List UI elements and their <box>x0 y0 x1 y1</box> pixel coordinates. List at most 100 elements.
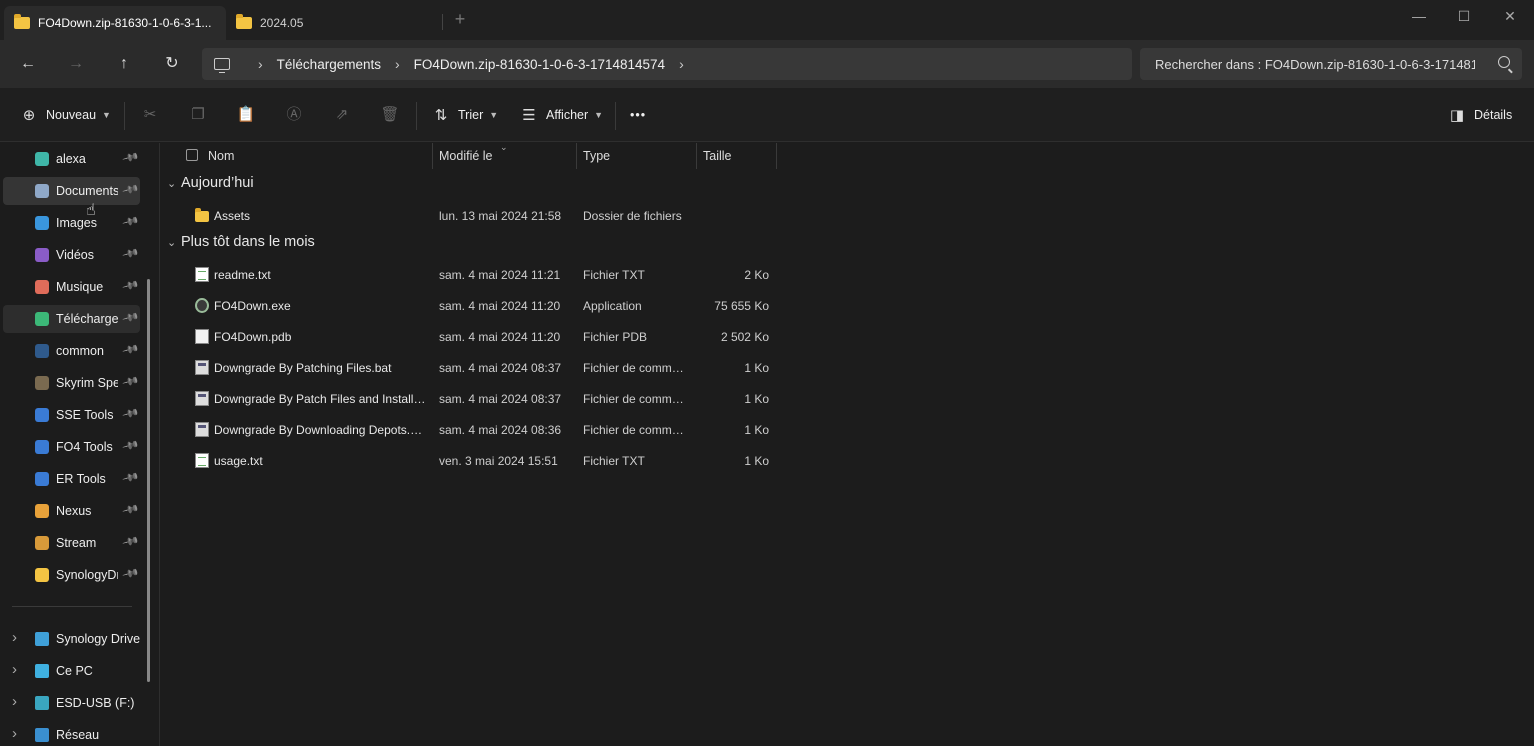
chevron-right-icon[interactable]: › <box>12 661 17 678</box>
breadcrumb-telechargements[interactable]: Téléchargements <box>277 57 381 72</box>
sidebar-tree-pc[interactable]: › Ce PC <box>0 657 145 685</box>
column-divider[interactable] <box>432 143 433 169</box>
minimize-button[interactable]: — <box>1396 4 1442 28</box>
address-bar[interactable]: › Téléchargements › FO4Down.zip-81630-1-… <box>202 48 1132 80</box>
sidebar-item-tools[interactable]: ER Tools 📌 <box>3 465 140 493</box>
pin-icon[interactable]: 📌 <box>122 180 140 198</box>
file-row[interactable]: Assets lun. 13 mai 2024 21:58 Dossier de f… <box>161 200 777 231</box>
file-modified: sam. 4 mai 2024 11:21 <box>439 268 561 282</box>
column-size[interactable]: Taille <box>703 149 732 163</box>
search-input[interactable]: Rechercher dans : FO4Down.zip-81630-1-0-… <box>1140 48 1522 80</box>
sidebar-item-stream[interactable]: Stream 📌 <box>3 529 140 557</box>
column-type[interactable]: Type <box>583 149 610 163</box>
more-options-button[interactable]: ••• <box>630 104 646 126</box>
pin-icon[interactable]: 📌 <box>122 404 140 422</box>
computer-icon[interactable] <box>214 58 230 73</box>
chevron-right-icon[interactable]: › <box>395 56 400 72</box>
sidebar-item-label: FO4 Tools <box>56 440 113 454</box>
paste-icon[interactable]: 📋 <box>235 104 257 126</box>
tab-2024-05[interactable]: 2024.05 <box>226 6 442 40</box>
new-tab-button[interactable]: + <box>450 8 470 30</box>
pin-icon[interactable]: 📌 <box>122 340 140 358</box>
pin-icon[interactable]: 📌 <box>122 436 140 454</box>
new-label: Nouveau <box>46 108 97 122</box>
file-row[interactable]: Downgrade By Downloading Depots.bat sam. … <box>161 414 777 445</box>
chevron-down-icon[interactable]: ⌄ <box>167 236 181 249</box>
tab-fo4down[interactable]: FO4Down.zip-81630-1-0-6-3-1... <box>4 6 226 40</box>
sidebar-item-steam[interactable]: common 📌 <box>3 337 140 365</box>
group-header[interactable]: ⌄ Aujourd’hui <box>167 175 254 199</box>
breadcrumb-current-folder[interactable]: FO4Down.zip-81630-1-0-6-3-1714814574 <box>414 57 665 72</box>
sidebar-item-videos[interactable]: Vidéos 📌 <box>3 241 140 269</box>
view-button[interactable]: ☰ Afficher ▼ <box>520 104 603 126</box>
file-list[interactable]: Nom ⌄ Modifié le Type Taille ⌄ Aujourd’hu… <box>161 142 1534 746</box>
sidebar-tree-network[interactable]: › Réseau <box>0 721 145 746</box>
chevron-right-icon[interactable]: › <box>258 56 263 72</box>
pin-icon[interactable]: 📌 <box>122 244 140 262</box>
pin-icon[interactable]: 📌 <box>122 564 140 582</box>
sidebar-tree-label: Réseau <box>56 728 100 742</box>
pin-icon[interactable]: 📌 <box>122 308 140 326</box>
pin-icon[interactable]: 📌 <box>122 212 140 230</box>
column-divider[interactable] <box>576 143 577 169</box>
sidebar-item-skyrim[interactable]: Skyrim Special Edition 📌 <box>3 369 140 397</box>
sidebar-tree-usb-drive[interactable]: › ESD-USB (F:) <box>0 689 145 717</box>
sidebar-item-tools[interactable]: SSE Tools 📌 <box>3 401 140 429</box>
sidebar-item-documents[interactable]: Documents 📌 <box>3 177 140 205</box>
sidebar-item-images[interactable]: Images 📌 <box>3 209 140 237</box>
column-modified[interactable]: Modifié le <box>439 149 493 163</box>
chevron-right-icon[interactable]: › <box>679 56 684 72</box>
plus-circle-icon: ⊕ <box>22 107 36 124</box>
chevron-right-icon[interactable]: › <box>12 629 17 646</box>
sidebar-item-user[interactable]: alexa 📌 <box>3 145 140 173</box>
sort-button[interactable]: ⇅ Trier ▼ <box>432 104 498 126</box>
pin-icon[interactable]: 📌 <box>122 148 140 166</box>
new-button[interactable]: ⊕ Nouveau ▼ <box>20 104 111 126</box>
file-row[interactable]: usage.txt ven. 3 mai 2024 15:51 Fichier TX… <box>161 445 777 476</box>
sidebar-item-tools[interactable]: FO4 Tools 📌 <box>3 433 140 461</box>
copy-icon[interactable]: ❐ <box>187 104 209 126</box>
file-name: usage.txt <box>214 454 263 468</box>
cut-icon[interactable]: ✂ <box>139 104 161 126</box>
file-row[interactable]: readme.txt sam. 4 mai 2024 11:21 Fichier T… <box>161 259 777 290</box>
select-all-checkbox[interactable] <box>186 149 198 161</box>
pin-icon[interactable]: 📌 <box>122 276 140 294</box>
close-button[interactable]: ✕ <box>1487 4 1533 28</box>
group-header[interactable]: ⌄ Plus tôt dans le mois <box>167 234 315 258</box>
maximize-button[interactable]: ☐ <box>1441 4 1487 28</box>
refresh-button[interactable]: ↻ <box>160 52 184 76</box>
pin-icon[interactable]: 📌 <box>122 372 140 390</box>
file-name: FO4Down.pdb <box>214 330 292 344</box>
sidebar-item-downloads[interactable]: Téléchargements 📌 <box>3 305 140 333</box>
file-row[interactable]: FO4Down.pdb sam. 4 mai 2024 11:20 Fichier … <box>161 321 777 352</box>
command-bar: ⊕ Nouveau ▼ ✂ ❐ 📋 Ⓐ ⇗ 🗑 ⇅ Trier ▼ ☰ Affi… <box>0 88 1534 142</box>
file-size: 2 502 Ko <box>720 330 769 344</box>
sidebar-tree-synology-drive[interactable]: › Synology Drive - <box>0 625 145 653</box>
file-row[interactable]: Downgrade By Patching Files.bat sam. 4 ma… <box>161 352 777 383</box>
chevron-right-icon[interactable]: › <box>12 693 17 710</box>
pin-icon[interactable]: 📌 <box>122 468 140 486</box>
file-name: Downgrade By Patch Files and Install Dep… <box>214 392 426 406</box>
file-row[interactable]: FO4Down.exe sam. 4 mai 2024 11:20 Applicat… <box>161 290 777 321</box>
share-icon[interactable]: ⇗ <box>331 104 353 126</box>
pin-icon[interactable]: 📌 <box>122 500 140 518</box>
rename-icon[interactable]: Ⓐ <box>283 104 305 126</box>
back-button[interactable]: ← <box>16 52 40 76</box>
sidebar-item-synology-folder[interactable]: SynologyDrive 📌 <box>3 561 140 589</box>
sidebar-item-nexus[interactable]: Nexus 📌 <box>3 497 140 525</box>
up-button[interactable]: ↑ <box>112 52 136 76</box>
pin-icon[interactable]: 📌 <box>122 532 140 550</box>
column-divider[interactable] <box>776 143 777 169</box>
file-row[interactable]: Downgrade By Patch Files and Install Dep… <box>161 383 777 414</box>
chevron-down-icon[interactable]: ⌄ <box>167 177 181 190</box>
chevron-right-icon[interactable]: › <box>12 725 17 742</box>
sidebar-item-music[interactable]: Musique 📌 <box>3 273 140 301</box>
delete-icon[interactable]: 🗑 <box>379 104 401 126</box>
column-divider[interactable] <box>696 143 697 169</box>
column-name[interactable]: Nom <box>208 149 234 163</box>
group-label: Plus tôt dans le mois <box>181 234 315 250</box>
sidebar-scrollbar[interactable] <box>147 279 150 682</box>
forward-button[interactable]: → <box>64 52 88 76</box>
navigation-pane[interactable]: alexa 📌 Documents 📌 Images 📌 Vidéos 📌 Musique 📌 Té… <box>0 143 160 746</box>
details-button[interactable]: ◨ Détails <box>1448 104 1512 126</box>
